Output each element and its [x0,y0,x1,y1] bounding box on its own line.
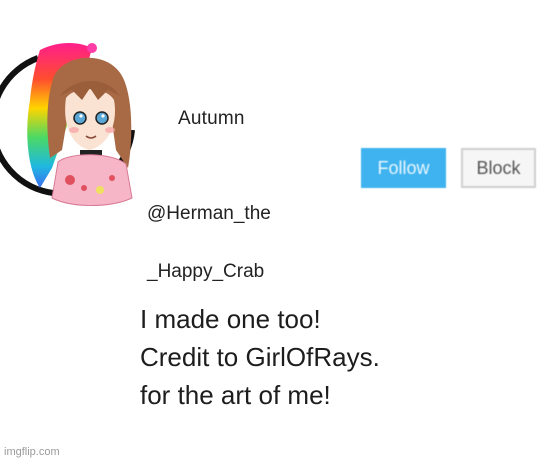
announcement-card: Autumn @Herman_the _Happy_Crab Follow Bl… [0,0,538,463]
handle-line-2: _Happy_Crab [147,261,265,282]
follow-button[interactable]: Follow [361,148,446,188]
block-button[interactable]: Block [461,148,536,188]
post-line-1: I made one too! [140,304,321,334]
handle-line-1: @Herman_the [147,203,271,224]
post-line-3: for the art of me! [140,380,331,410]
watermark: imgflip.com [4,446,60,458]
avatar[interactable] [0,38,142,208]
drawn-character-avatar-icon [0,43,135,206]
post-line-2: Credit to GirlOfRays. [140,342,380,372]
post-body: I made one too! Credit to GirlOfRays. fo… [140,300,520,414]
display-name: Autumn [178,108,245,129]
user-handle[interactable]: @Herman_the _Happy_Crab [147,170,307,315]
